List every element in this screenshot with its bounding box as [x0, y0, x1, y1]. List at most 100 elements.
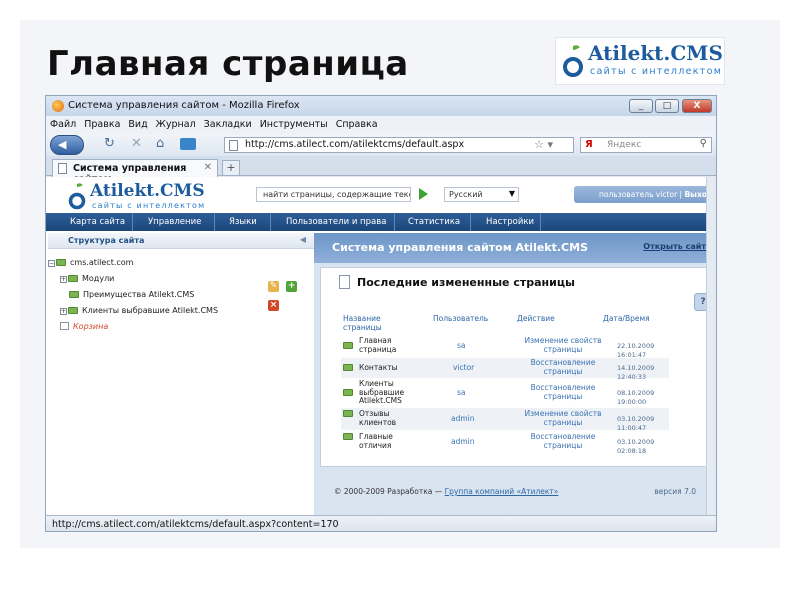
open-site-link[interactable]: Открыть сайт	[643, 242, 706, 251]
column-header-user[interactable]: Пользователь	[433, 314, 488, 323]
row-action: Восстановление страницы	[530, 432, 596, 450]
new-tab-button[interactable]: +	[222, 160, 240, 176]
table-row[interactable]: Контакты victor Восстановление страницы …	[341, 358, 669, 381]
vertical-scrollbar[interactable]	[706, 177, 716, 515]
edit-icon[interactable]: ✎	[268, 281, 279, 292]
tree-item-modules[interactable]: + Модули	[60, 274, 114, 283]
nav-settings[interactable]: Настройки	[486, 217, 534, 227]
nav-divider	[270, 213, 271, 231]
footer-company-link[interactable]: Группа компаний «Атилект»	[445, 487, 559, 496]
row-user: admin	[451, 437, 475, 446]
menu-help[interactable]: Справка	[332, 116, 382, 130]
menu-tools[interactable]: Инструменты	[256, 116, 332, 130]
user-prefix: пользователь	[599, 190, 654, 199]
sidebar-title: Структура сайта ◀	[48, 233, 314, 249]
language-value: Русский	[449, 190, 483, 199]
expand-icon[interactable]: −	[48, 260, 55, 267]
footer: © 2000-2009 Разработка — Группа компаний…	[334, 487, 558, 496]
table-row[interactable]: Клиенты выбравшие Atilekt.CMS sa Восстан…	[341, 379, 669, 407]
tree-item-advantages[interactable]: Преимущества Atilekt.CMS	[69, 290, 194, 299]
row-user: sa	[457, 341, 466, 350]
search-icon[interactable]: ⚲	[700, 138, 707, 149]
search-box[interactable]: Я Яндекс ⚲	[580, 137, 712, 153]
expand-icon[interactable]: +	[60, 276, 67, 283]
tree-label: Модули	[82, 274, 115, 283]
language-select[interactable]: Русский ▼	[444, 187, 519, 202]
menu-history[interactable]: Журнал	[152, 116, 200, 130]
row-user: victor	[453, 363, 475, 372]
page-name[interactable]: Отзывы клиентов	[359, 409, 413, 427]
tab-bar: Система управления сайтом ✕ +	[46, 156, 716, 185]
menu-file[interactable]: Файл	[46, 116, 80, 130]
address-bar[interactable]: http://cms.atilect.com/atilektcms/defaul…	[224, 137, 574, 153]
stop-icon[interactable]: ✕	[131, 136, 142, 151]
tree-item-root[interactable]: − cms.atilect.com	[48, 258, 133, 267]
user-name: victor	[655, 190, 678, 199]
nav-statistics[interactable]: Статистика	[408, 217, 460, 227]
slide-title: Главная страница	[47, 44, 409, 84]
column-header-name[interactable]: Название страницы	[343, 314, 403, 332]
expand-icon[interactable]: +	[60, 308, 67, 315]
search-go-icon[interactable]	[419, 188, 428, 200]
close-window-button[interactable]: X	[682, 99, 712, 113]
cms-page: Atilekt.CMS сайты с интеллектом найти ст…	[46, 177, 716, 515]
row-user: admin	[451, 414, 475, 423]
status-bar: http://cms.atilect.com/atilektcms/defaul…	[46, 515, 716, 531]
document-icon	[339, 275, 350, 289]
nav-languages[interactable]: Языки	[229, 217, 257, 227]
row-date: 08.10.2009 19:00:00	[617, 389, 655, 406]
menu-view[interactable]: Вид	[124, 116, 151, 130]
cms-search-input[interactable]: найти страницы, содержащие текст...	[256, 187, 411, 202]
trash-icon	[60, 322, 69, 330]
reload-icon[interactable]: ↻	[104, 136, 115, 151]
page-name[interactable]: Главная страница	[359, 336, 419, 354]
tree-item-trash[interactable]: Корзина	[60, 322, 108, 331]
folder-icon	[68, 275, 78, 282]
browser-tab[interactable]: Система управления сайтом ✕	[52, 159, 218, 185]
maximize-button[interactable]: □	[655, 99, 679, 113]
menu-edit[interactable]: Правка	[80, 116, 124, 130]
nav-divider	[132, 213, 133, 231]
folder-icon	[343, 342, 357, 351]
add-icon[interactable]: +	[286, 281, 298, 292]
cms-logo-name: Atilekt.CMS	[90, 181, 205, 201]
table-row[interactable]: Главные отличия admin Восстановление стр…	[341, 431, 669, 455]
home-icon[interactable]: ⌂	[156, 136, 164, 151]
folder-icon	[69, 291, 79, 298]
navigation-toolbar: ◀ ↻ ✕ ⌂ http://cms.atilect.com/atilektcm…	[46, 134, 716, 156]
footer-copyright: © 2000-2009 Разработка —	[334, 487, 443, 496]
page-name[interactable]: Контакты	[359, 363, 398, 373]
bookmark-icon[interactable]	[180, 138, 196, 150]
window-title: Система управления сайтом - Mozilla Fire…	[68, 100, 300, 111]
minimize-button[interactable]: _	[629, 99, 653, 113]
back-button[interactable]: ◀	[50, 135, 84, 155]
collapse-icon[interactable]: ◀	[300, 235, 306, 244]
folder-icon	[56, 259, 66, 266]
table-row[interactable]: Отзывы клиентов admin Изменение свойств …	[341, 408, 669, 432]
content-header: Система управления сайтом Atilekt.CMS От…	[314, 233, 714, 263]
row-action: Восстановление страницы	[530, 358, 596, 376]
star-icon[interactable]: ☆ ▾	[534, 138, 553, 151]
menu-bookmarks[interactable]: Закладки	[200, 116, 256, 130]
window-titlebar: Система управления сайтом - Mozilla Fire…	[46, 96, 716, 116]
close-tab-icon[interactable]: ✕	[204, 162, 212, 173]
slide-logo-tagline: сайты с интеллектом	[590, 66, 723, 77]
folder-icon	[343, 410, 357, 419]
nav-divider	[470, 213, 471, 231]
nav-divider	[214, 213, 215, 231]
page-icon	[229, 140, 238, 151]
table-row[interactable]: Главная страница sa Изменение свойств ст…	[341, 335, 669, 359]
tree-actions: ✎ + ×	[268, 273, 314, 311]
nav-sitemap[interactable]: Карта сайта	[70, 217, 125, 227]
tree-item-clients[interactable]: + Клиенты выбравшие Atilekt.CMS	[60, 306, 218, 315]
column-header-action[interactable]: Действие	[517, 314, 555, 323]
nav-management[interactable]: Управление	[148, 217, 201, 227]
delete-icon[interactable]: ×	[268, 300, 279, 311]
column-header-date[interactable]: Дата/Время	[603, 314, 650, 323]
page-name[interactable]: Клиенты выбравшие Atilekt.CMS	[359, 379, 417, 406]
nav-users[interactable]: Пользователи и права	[286, 217, 386, 227]
firefox-icon	[52, 100, 64, 112]
content-title: Система управления сайтом Atilekt.CMS	[332, 241, 588, 254]
browser-window: Система управления сайтом - Mozilla Fire…	[45, 95, 717, 532]
page-name[interactable]: Главные отличия	[359, 432, 413, 450]
